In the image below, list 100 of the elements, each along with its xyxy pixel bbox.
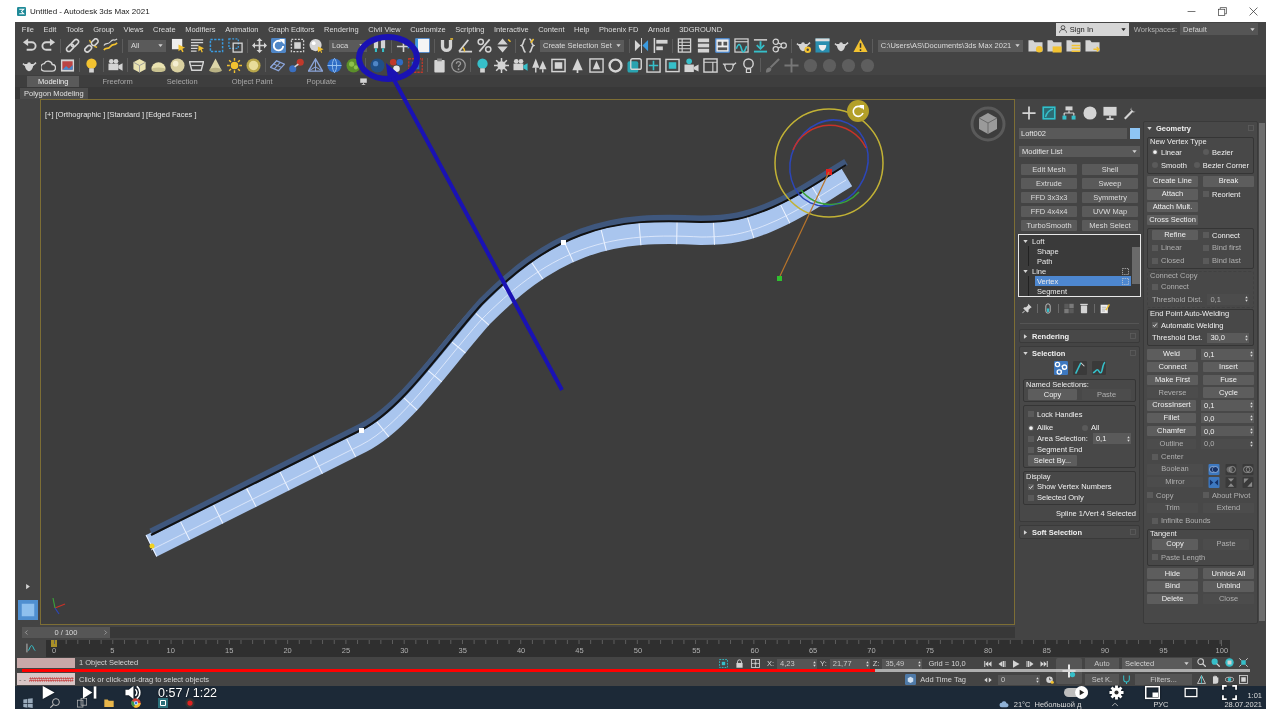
- caret-right-icon[interactable]: [24, 583, 31, 590]
- list-cursor-icon[interactable]: [190, 38, 205, 53]
- plus-panel-icon[interactable]: [646, 57, 661, 73]
- trees-icon[interactable]: [532, 57, 547, 73]
- dot-cluster-icon[interactable]: [389, 57, 404, 73]
- film-frame-icon[interactable]: [665, 57, 680, 73]
- lock-icon[interactable]: [735, 659, 744, 668]
- camera-rig-icon[interactable]: [684, 57, 699, 73]
- sphere-icon[interactable]: [170, 57, 185, 73]
- bulb-outline-icon[interactable]: [741, 57, 756, 73]
- help-circle-icon[interactable]: [451, 57, 466, 73]
- window-icon[interactable]: [703, 57, 718, 73]
- mirror-icon[interactable]: [633, 38, 649, 53]
- current-frame-marker[interactable]: [51, 639, 57, 647]
- tree-box-icon[interactable]: [589, 57, 604, 73]
- folder-icon[interactable]: [104, 698, 114, 708]
- selection-lock-icon[interactable]: [719, 659, 728, 668]
- bin-icon[interactable]: [1079, 302, 1089, 314]
- up-down-arrows-icon[interactable]: [496, 38, 511, 53]
- dot-icon[interactable]: [803, 57, 818, 73]
- rotate-arrow-icon[interactable]: [271, 38, 286, 53]
- light-bulb-icon[interactable]: [475, 57, 490, 73]
- image-frame-icon[interactable]: [551, 57, 566, 73]
- light-bulb-icon[interactable]: [84, 57, 99, 73]
- pin-icon[interactable]: [1022, 302, 1032, 314]
- sunburst-icon[interactable]: [494, 57, 509, 73]
- four-panes-icon[interactable]: [23, 698, 33, 708]
- crosshair-square-icon[interactable]: [751, 659, 760, 668]
- app-tile-icon[interactable]: [158, 698, 168, 708]
- scale-square-icon[interactable]: [290, 38, 305, 53]
- magnet-icon[interactable]: [439, 38, 454, 53]
- subtract-circles-icon[interactable]: [1225, 463, 1237, 475]
- mirror-diagonal-icon[interactable]: [1242, 476, 1254, 488]
- curve-window-icon[interactable]: [733, 38, 749, 53]
- download-bar-icon[interactable]: [752, 38, 768, 53]
- camera-icon[interactable]: [108, 57, 123, 73]
- curve-key-icon[interactable]: [26, 643, 36, 653]
- capsule-icon[interactable]: [1043, 302, 1053, 314]
- next-frame-icon[interactable]: [1026, 659, 1034, 668]
- cone-icon[interactable]: [208, 57, 223, 73]
- vertex-marker[interactable]: [826, 169, 832, 175]
- vertex-marker[interactable]: [359, 428, 364, 433]
- skip-start-icon[interactable]: [984, 659, 992, 668]
- cloud-icon[interactable]: [41, 57, 56, 73]
- pyramid-icon[interactable]: [308, 57, 323, 73]
- skip-next-icon[interactable]: [82, 685, 97, 700]
- table-icon[interactable]: [676, 38, 692, 53]
- autoplay-toggle[interactable]: [1064, 686, 1088, 699]
- shaded-cube-icon[interactable]: [627, 57, 642, 73]
- box-icon[interactable]: [132, 57, 147, 73]
- undo-icon[interactable]: [22, 38, 37, 53]
- search-icon[interactable]: [50, 698, 60, 708]
- maximize-icon[interactable]: [1239, 675, 1248, 684]
- play-icon[interactable]: [1012, 659, 1020, 668]
- notepad-icon[interactable]: [1100, 302, 1110, 314]
- clipboard-icon[interactable]: [432, 57, 447, 73]
- pivot-marker[interactable]: [777, 276, 782, 281]
- object-swatch[interactable]: [1130, 128, 1140, 139]
- sun-icon[interactable]: [227, 57, 242, 73]
- chain-link-icon[interactable]: [65, 38, 80, 53]
- view-cube[interactable]: [970, 106, 1006, 142]
- tuning-fork-icon[interactable]: [1122, 675, 1131, 684]
- magnifier-icon[interactable]: [1197, 658, 1206, 667]
- previous-frame-icon[interactable]: [998, 659, 1006, 668]
- folder-arrow-icon[interactable]: [1085, 38, 1101, 53]
- cursor-square-icon[interactable]: [171, 38, 186, 53]
- molecule-icon[interactable]: [289, 57, 304, 73]
- cube-sphere-icon[interactable]: [1225, 658, 1234, 667]
- folder-card-icon[interactable]: [1047, 38, 1063, 53]
- pivot-bars-icon[interactable]: [372, 38, 387, 53]
- folder-stack-icon[interactable]: [1066, 38, 1082, 53]
- hierarchy-icon[interactable]: [1062, 105, 1077, 120]
- sphere-cursor-icon[interactable]: [309, 38, 324, 53]
- monitor-icon[interactable]: [1102, 105, 1117, 120]
- orbit-icon[interactable]: [1225, 675, 1234, 684]
- picture-icon[interactable]: [60, 57, 75, 73]
- refresh-disc-icon[interactable]: [847, 100, 869, 122]
- scrollbar[interactable]: [1131, 247, 1140, 284]
- dot-icon[interactable]: [822, 57, 837, 73]
- circle-icon[interactable]: [1082, 105, 1097, 120]
- double-arrow-icon[interactable]: [984, 675, 992, 684]
- miniplayer-icon[interactable]: [1145, 685, 1160, 700]
- progress-track[interactable]: [22, 669, 1250, 672]
- teapot-window-icon[interactable]: [814, 38, 830, 53]
- window-grid-icon[interactable]: [714, 38, 730, 53]
- restore-icon[interactable]: [1218, 6, 1227, 16]
- globe-icon[interactable]: [327, 57, 342, 73]
- align-icon[interactable]: [652, 38, 668, 53]
- play-icon[interactable]: [41, 685, 55, 700]
- scrollbar[interactable]: [1259, 123, 1265, 621]
- spline-curve-icon[interactable]: [1091, 361, 1106, 375]
- percent-icon[interactable]: [477, 38, 492, 53]
- monitor-icon[interactable]: [359, 78, 369, 85]
- clock-icon[interactable]: [1046, 675, 1054, 684]
- node-graph-icon[interactable]: [771, 38, 787, 53]
- intersect-circles-icon[interactable]: [1242, 463, 1254, 475]
- glowing-sphere-icon[interactable]: [246, 57, 261, 73]
- magnifier-disc-icon[interactable]: [1211, 658, 1220, 667]
- dashed-squares-icon[interactable]: [228, 38, 243, 53]
- hand-icon[interactable]: [1211, 675, 1220, 684]
